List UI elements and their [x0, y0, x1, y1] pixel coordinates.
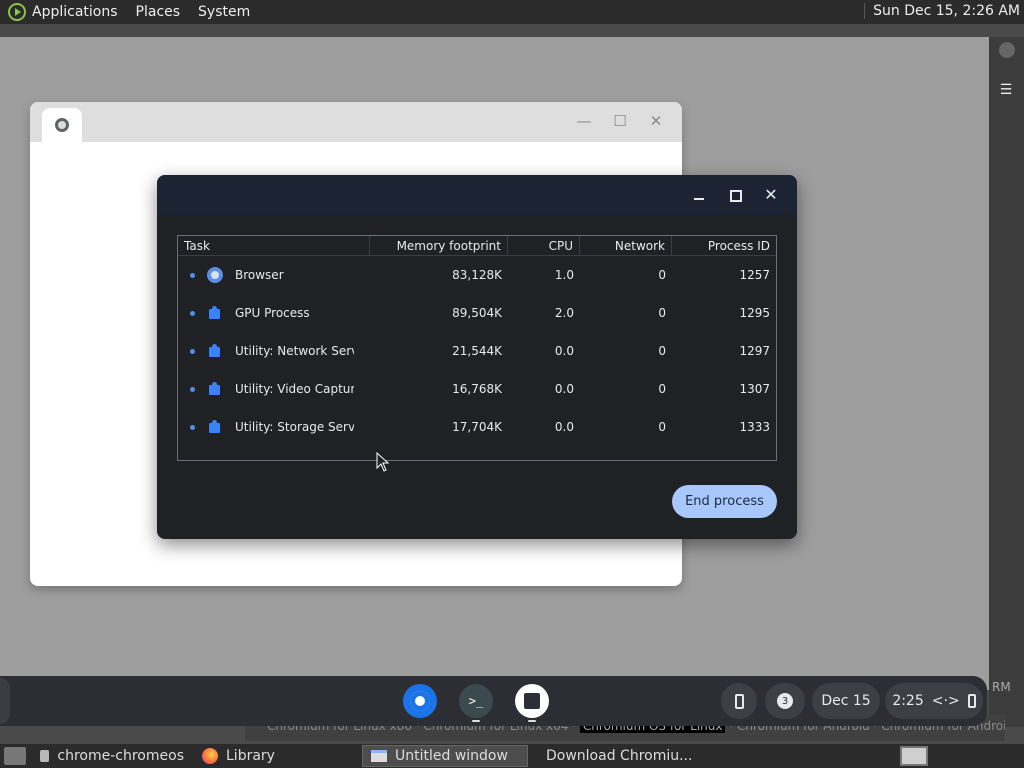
memory-value: 16,768K	[452, 382, 502, 396]
notification-count: 3	[777, 693, 793, 709]
pid-value: 1297	[739, 344, 770, 358]
taskbar-item-label: chrome-chromeos	[57, 748, 184, 764]
task-manager-titlebar: ✕	[157, 175, 797, 215]
memory-value: 89,504K	[452, 306, 502, 320]
table-row[interactable]: Utility: Video Capture 16,768K 0.0 0 130…	[178, 370, 776, 408]
browser-tab[interactable]	[42, 108, 82, 142]
host-window-edge: ☰	[989, 37, 1024, 727]
cpu-value: 0.0	[554, 382, 574, 396]
taskbar-item-library[interactable]: Library	[194, 745, 360, 767]
taskbar-item-chrome-chromeos[interactable]: chrome-chromeos	[32, 745, 192, 767]
memory-value: 83,128K	[452, 268, 502, 282]
date-tray[interactable]: Dec 15	[812, 683, 880, 719]
menu-system[interactable]: System	[198, 4, 250, 20]
network-icon: <·>	[931, 693, 960, 709]
status-tray[interactable]: 2:25 <·>	[885, 683, 983, 719]
network-value: 0	[658, 268, 666, 282]
battery-icon	[967, 694, 976, 708]
column-task[interactable]: Task	[178, 236, 370, 256]
folder-icon	[40, 750, 50, 762]
minimize-icon[interactable]: —	[574, 112, 594, 130]
chrome-icon[interactable]	[403, 684, 437, 718]
bottom-taskbar: chrome-chromeos Library Untitled window …	[0, 744, 1024, 768]
table-header: Task Memory footprint CPU Network Proces…	[178, 236, 776, 256]
table-row[interactable]: Browser 83,128K 1.0 0 1257	[178, 256, 776, 294]
puzzle-icon	[207, 343, 223, 359]
column-network[interactable]: Network	[580, 236, 672, 256]
pid-value: 1257	[739, 268, 770, 282]
globe-icon	[55, 118, 69, 132]
puzzle-icon	[207, 381, 223, 397]
menu-places[interactable]: Places	[136, 4, 181, 20]
host-page-text: RM	[992, 680, 1011, 694]
task-name: Utility: Storage Service	[235, 420, 354, 434]
column-memory[interactable]: Memory footprint	[370, 236, 508, 256]
taskbar-item-label: Download Chromiu...	[546, 748, 693, 764]
taskbar-item-untitled-window[interactable]: Untitled window	[362, 745, 528, 767]
running-indicator	[472, 720, 480, 722]
mint-logo-icon[interactable]	[8, 3, 26, 21]
time-label: 2:25	[892, 693, 924, 709]
menu-applications[interactable]: Applications	[32, 4, 118, 20]
terminal-icon[interactable]: >_	[459, 684, 493, 718]
end-process-button[interactable]: End process	[672, 485, 777, 518]
table-row[interactable]: Utility: Network Service 21,544K 0.0 0 1…	[178, 332, 776, 370]
network-value: 0	[658, 420, 666, 434]
close-icon[interactable]: ✕	[646, 112, 666, 130]
maximize-icon[interactable]	[725, 185, 745, 205]
task-name: GPU Process	[235, 306, 310, 320]
puzzle-icon	[207, 305, 223, 321]
task-name: Utility: Network Service	[235, 344, 354, 358]
taskbar-item-download-chromium[interactable]: Download Chromiu...	[530, 745, 696, 767]
column-cpu[interactable]: CPU	[508, 236, 580, 256]
cpu-value: 1.0	[554, 268, 574, 282]
maximize-icon[interactable]: ☐	[610, 112, 630, 130]
task-name: Utility: Video Capture	[235, 382, 354, 396]
task-manager-window: ✕ Task Memory footprint CPU Network Proc…	[157, 175, 797, 539]
network-value: 0	[658, 382, 666, 396]
column-process-id[interactable]: Process ID	[672, 236, 776, 256]
close-icon[interactable]: ✕	[761, 185, 781, 205]
window-icon	[371, 750, 387, 762]
mouse-cursor-icon	[376, 452, 390, 472]
launcher-button[interactable]	[0, 678, 10, 724]
running-indicator	[528, 720, 536, 722]
notification-button[interactable]: 3	[765, 683, 805, 719]
browser-titlebar: — ☐ ✕	[30, 102, 682, 142]
cpu-value: 0.0	[554, 420, 574, 434]
task-manager-icon[interactable]	[515, 684, 549, 718]
workspace-switcher[interactable]	[900, 746, 928, 766]
table-row[interactable]: GPU Process 89,504K 2.0 0 1295	[178, 294, 776, 332]
memory-value: 21,544K	[452, 344, 502, 358]
cpu-value: 2.0	[554, 306, 574, 320]
cpu-value: 0.0	[554, 344, 574, 358]
process-table: Task Memory footprint CPU Network Proces…	[177, 235, 777, 461]
minimize-icon[interactable]	[689, 185, 709, 205]
top-panel: Applications Places System Sun Dec 15, 2…	[0, 0, 1024, 24]
hamburger-menu-icon[interactable]: ☰	[995, 82, 1017, 98]
puzzle-icon	[207, 419, 223, 435]
network-value: 0	[658, 344, 666, 358]
panel-clock[interactable]: Sun Dec 15, 2:26 AM	[864, 3, 1020, 19]
pid-value: 1307	[739, 382, 770, 396]
taskbar-item-label: Untitled window	[395, 748, 508, 764]
taskbar-item-label: Library	[226, 748, 275, 764]
date-label: Dec 15	[821, 693, 871, 709]
pid-value: 1333	[739, 420, 770, 434]
host-close-icon[interactable]	[999, 42, 1015, 58]
pid-value: 1295	[739, 306, 770, 320]
show-desktop-icon[interactable]	[4, 747, 26, 765]
phone-hub-button[interactable]	[721, 683, 757, 719]
task-name: Browser	[235, 268, 284, 282]
network-value: 0	[658, 306, 666, 320]
memory-value: 17,704K	[452, 420, 502, 434]
phone-icon	[734, 693, 744, 709]
chrome-icon	[207, 267, 223, 283]
firefox-icon	[202, 748, 218, 764]
table-row[interactable]: Utility: Storage Service 17,704K 0.0 0 1…	[178, 408, 776, 446]
